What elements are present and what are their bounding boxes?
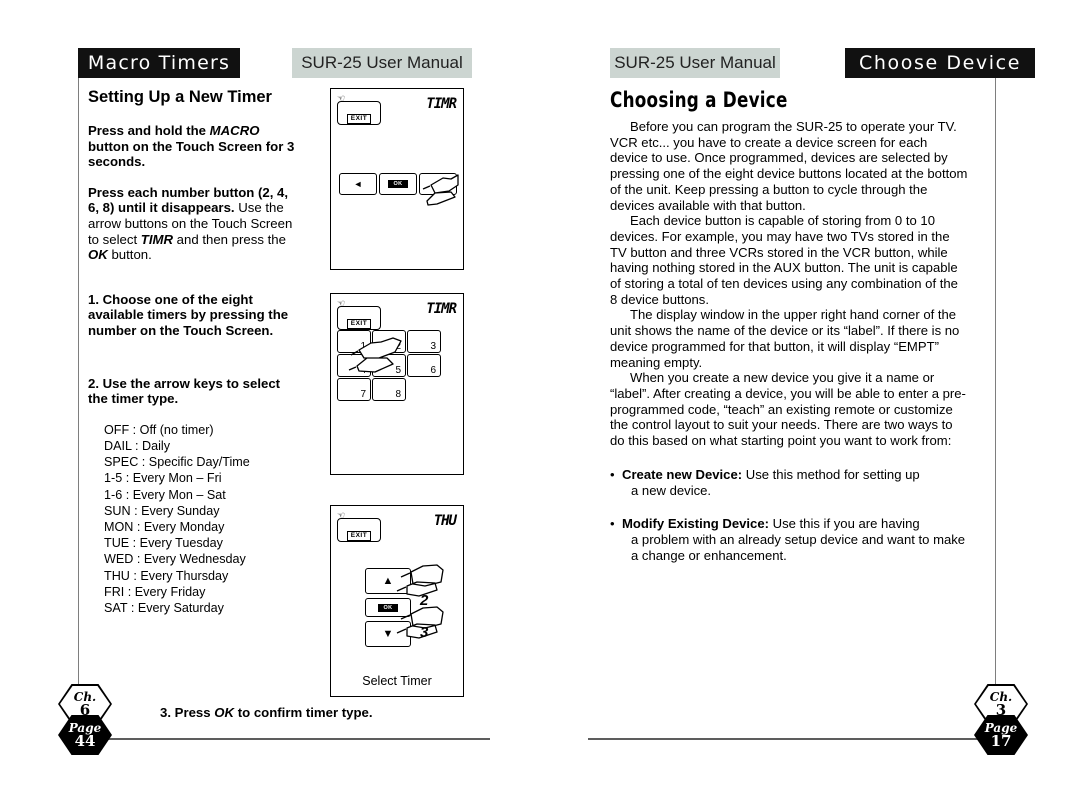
number-key-8[interactable]: 8 [372,378,406,401]
bullet-1-title: Create new Device: [622,466,743,482]
left-page: Macro Timers SUR-25 User Manual Setting … [0,0,540,785]
touchscreen-illustration-1: ☜ TIMR EXIT ◄ OK ► [330,88,464,270]
page-number: 44 [74,731,96,750]
body-paragraph-1: Before you can program the SUR-25 to ope… [610,119,968,213]
left-arrow-button[interactable]: ◄ [339,173,377,195]
number-key-5[interactable]: 5 [372,354,406,377]
list-item: DAIL : Daily [104,438,171,453]
lcd-display-label-1: TIMR [426,96,457,112]
body-paragraph-2: Each device button is capable of storing… [610,213,958,307]
number-key-1[interactable]: 1 [337,330,371,353]
list-item: SPEC : Specific Day/Time [104,455,250,470]
page-title: Choosing a Device [610,88,788,112]
chapter-number: 6 [79,700,91,719]
exit-button-3[interactable]: EXIT [337,518,381,542]
left-page-text-column: Setting Up a New Timer Press and hold th… [88,88,300,616]
list-item: SUN : Every Sunday [104,503,220,518]
left-page-header-manual: SUR-25 User Manual [292,48,472,78]
instruction-paragraph-2: Press each number button (2, 4, 6, 8) un… [88,184,293,263]
body-paragraph-4: When you create a new device you give it… [610,370,966,449]
ok-button[interactable]: OK [379,173,417,195]
right-page-bottom-rule [588,738,992,740]
page-number: 17 [990,731,1012,750]
list-item: TUE : Every Tuesday [104,536,223,551]
body-paragraph-3: The display window in the upper right ha… [610,307,960,370]
touchscreen-illustration-3: ☜ THU EXIT ▲ OK ▼ 2 3 Select Timer [330,505,464,697]
step-2-text: 2. Use the arrow keys to select the time… [88,375,281,407]
left-page-bottom-rule [86,738,490,740]
left-page-badge: Ch. 6 Page 44 [58,684,112,755]
right-arrow-button[interactable]: ► [419,173,457,195]
right-page-text-column: Choosing a Device Before you can program… [610,88,968,581]
list-item: MON : Every Monday [104,519,225,534]
lcd-display-label-2: TIMR [426,301,457,317]
bullet-1-continuation: a new device. [631,482,712,498]
up-arrow-button[interactable]: ▲ [365,568,411,594]
right-page-header-manual: SUR-25 User Manual [610,48,780,78]
number-key-6[interactable]: 6 [407,354,441,377]
list-item: 1-6 : Every Mon – Sat [104,487,226,502]
arrow-button-row: ◄ OK ► [339,173,457,195]
hand-step-label-3: 3 [420,624,429,641]
hand-step-label-2: 2 [420,592,429,609]
exit-button-1[interactable]: EXIT [337,101,381,125]
down-arrow-button[interactable]: ▼ [365,621,411,647]
right-page-header-title: Choose Device [845,48,1035,78]
right-page: SUR-25 User Manual Choose Device Choosin… [540,0,1080,785]
left-page-border-line [78,78,79,702]
right-page-badge: Ch. 3 Page 17 [974,684,1028,755]
list-item: SAT : Every Saturday [104,600,224,615]
bullet-1-text: Use this method for setting up [742,466,920,482]
chapter-number: 3 [995,700,1007,719]
list-item: • Modify Existing Device: Use this if yo… [610,516,968,564]
list-item: FRI : Every Friday [104,584,206,599]
bullet-icon: • [610,466,615,482]
list-item: THU : Every Thursday [104,568,229,583]
timer-type-list: OFF : Off (no timer) DAIL : Daily SPEC :… [104,422,300,616]
page-title: Setting Up a New Timer [88,88,272,106]
number-key-2[interactable]: 2 [372,330,406,353]
lcd-display-label-3: THU [433,513,457,529]
instruction-paragraph-1: Press and hold the MACRO button on the T… [88,123,295,170]
exit-button-2[interactable]: EXIT [337,306,381,330]
list-item: • Create new Device: Use this method for… [610,467,968,499]
step-3-text: 3. Press OK to confirm timer type. [160,705,373,720]
bullet-2-text: Use this if you are having [768,515,920,531]
vertical-arrow-pad: ▲ OK ▼ [365,568,411,651]
page-badge: Page 44 [58,715,112,755]
list-item: WED : Every Wednesday [104,552,246,567]
method-bullet-list: • Create new Device: Use this method for… [610,467,968,564]
number-key-7[interactable]: 7 [337,378,371,401]
left-page-header-title: Macro Timers [78,48,240,78]
page-badge: Page 17 [974,715,1028,755]
select-timer-caption: Select Timer [362,674,432,688]
step-1-text: 1. Choose one of the eight available tim… [88,291,289,338]
list-item: OFF : Off (no timer) [104,422,214,437]
number-key-4[interactable]: 4 [337,354,371,377]
bullet-2-continuation: a problem with an already setup device a… [631,531,966,563]
right-page-border-line [995,78,996,702]
ok-button[interactable]: OK [365,598,411,617]
list-item: 1-5 : Every Mon – Fri [104,471,222,486]
touchscreen-illustration-2: ☜ TIMR EXIT 1 2 3 4 5 6 7 8 [330,293,464,475]
number-keypad: 1 2 3 4 5 6 7 8 [337,330,457,402]
bullet-2-title: Modify Existing Device: [622,515,769,531]
number-key-3[interactable]: 3 [407,330,441,353]
bullet-icon: • [610,515,615,531]
